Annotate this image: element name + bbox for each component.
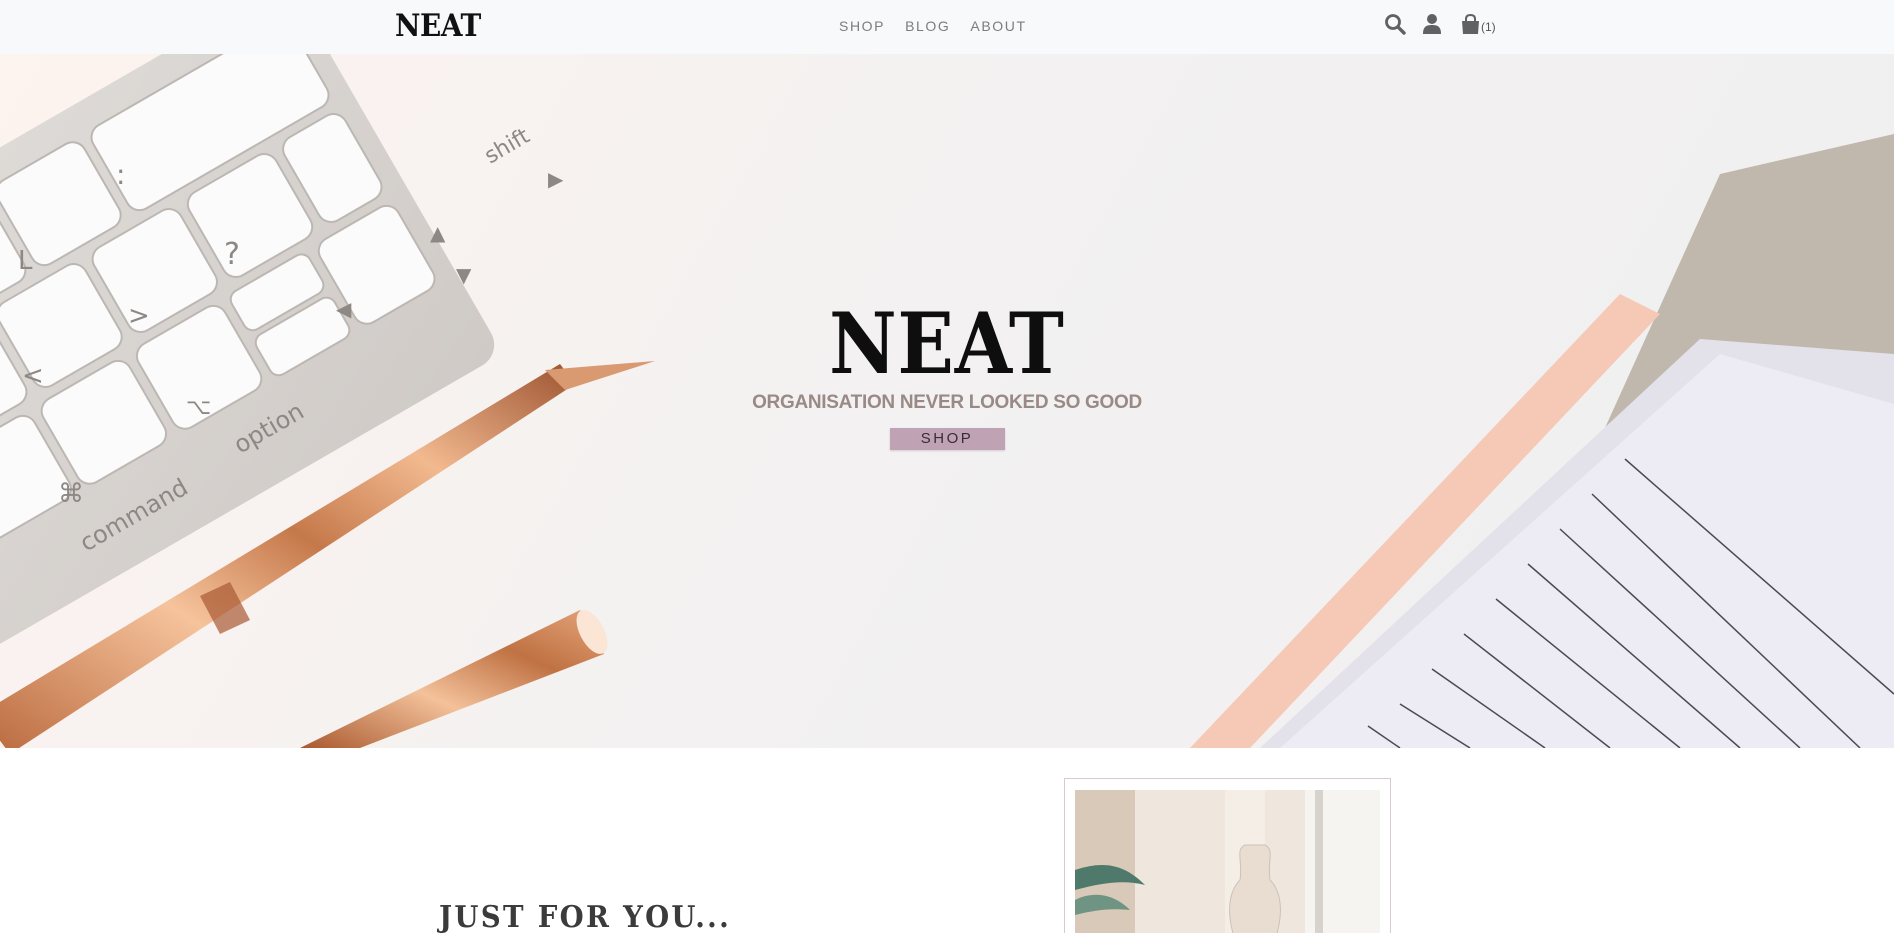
product-image: [1075, 790, 1380, 933]
nav-link-about[interactable]: ABOUT: [970, 18, 1026, 34]
site-logo[interactable]: NEAT: [395, 8, 481, 44]
svg-text:▶: ▶: [548, 167, 564, 191]
nav-link-shop[interactable]: SHOP: [839, 18, 885, 34]
user-icon[interactable]: [1423, 13, 1441, 35]
svg-text::: :: [116, 158, 125, 191]
hero-shop-button[interactable]: SHOP: [889, 428, 1005, 450]
section-heading: JUST FOR YOU...: [439, 900, 731, 933]
svg-text:?: ?: [224, 237, 240, 272]
hero-banner: shift option command ⌘ ⌥ ? > < L : ▲ ▼ ▶…: [0, 54, 1894, 748]
svg-text:▼: ▼: [456, 263, 472, 287]
svg-text:shift: shift: [481, 124, 535, 170]
hero-title: NEAT: [829, 294, 1065, 393]
shopping-bag-icon: [1462, 13, 1479, 34]
search-icon[interactable]: [1384, 13, 1406, 35]
header-actions: (1): [1384, 13, 1496, 35]
svg-text:⌘: ⌘: [58, 479, 84, 509]
cart-button[interactable]: (1): [1461, 13, 1496, 35]
svg-text:L: L: [18, 246, 33, 276]
main-nav: SHOP BLOG ABOUT: [839, 18, 1047, 34]
nav-link-blog[interactable]: BLOG: [905, 18, 950, 34]
product-card[interactable]: [1064, 778, 1391, 933]
product-photo: [1075, 790, 1380, 933]
svg-text:▲: ▲: [430, 221, 446, 245]
cart-count: (1): [1481, 19, 1496, 34]
site-header: NEAT SHOP BLOG ABOUT (1): [0, 0, 1894, 54]
hero-content: NEAT ORGANISATION NEVER LOOKED SO GOOD S…: [0, 298, 1894, 450]
hero-subtitle: ORGANISATION NEVER LOOKED SO GOOD: [752, 392, 1142, 413]
